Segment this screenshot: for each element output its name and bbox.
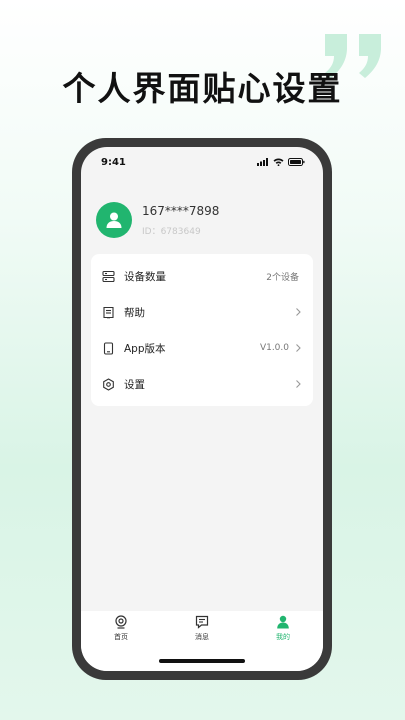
- phone-screen: 9:41 167****7898 ID：6783649 设备数量 2个设备 帮助…: [81, 147, 323, 671]
- status-bar: 9:41: [81, 147, 323, 177]
- menu-item-value: 2个设备: [266, 272, 299, 283]
- signal-icon: [257, 158, 268, 166]
- wifi-icon: [273, 158, 284, 166]
- chevron-right-icon: [296, 344, 301, 352]
- menu-item-help[interactable]: 帮助: [91, 294, 313, 330]
- phone-version-icon: [103, 341, 113, 355]
- chevron-right-icon: [296, 308, 301, 316]
- person-icon: [277, 615, 289, 629]
- profile-phone: 167****7898: [142, 203, 220, 218]
- tab-label: 首页: [114, 633, 128, 641]
- page-headline: 个人界面贴心设置: [62, 69, 343, 108]
- menu-item-label: 设备数量: [124, 270, 166, 283]
- menu-item-value: V1.0.0: [259, 343, 289, 353]
- profile-header[interactable]: 167****7898 ID：6783649: [96, 202, 308, 238]
- menu-item-label: 帮助: [124, 306, 145, 319]
- chevron-right-icon: [296, 380, 301, 388]
- tab-home[interactable]: 首页: [101, 615, 141, 671]
- battery-icon: [288, 158, 305, 166]
- tab-label: 我的: [276, 633, 290, 641]
- tab-profile[interactable]: 我的: [263, 615, 303, 671]
- settings-hexagon-icon: [102, 377, 114, 391]
- home-indicator[interactable]: [159, 659, 245, 663]
- settings-menu: 设备数量 2个设备 帮助 App版本 V1.0.0 设置: [91, 254, 313, 406]
- user-avatar-icon: [106, 212, 122, 228]
- menu-item-settings[interactable]: 设置: [91, 366, 313, 402]
- tab-label: 消息: [195, 633, 209, 641]
- menu-item-label: App版本: [124, 342, 166, 355]
- help-book-icon: [102, 306, 114, 319]
- phone-frame: 9:41 167****7898 ID：6783649 设备数量 2个设备 帮助…: [72, 138, 332, 680]
- camera-icon: [115, 615, 127, 629]
- profile-id: ID：6783649: [142, 226, 201, 237]
- menu-item-device-count[interactable]: 设备数量 2个设备: [91, 258, 313, 294]
- status-time: 9:41: [101, 156, 126, 168]
- avatar[interactable]: [96, 202, 132, 238]
- device-list-icon: [101, 270, 115, 282]
- message-icon: [195, 615, 209, 629]
- menu-item-app-version[interactable]: App版本 V1.0.0: [91, 330, 313, 366]
- menu-item-label: 设置: [124, 378, 145, 391]
